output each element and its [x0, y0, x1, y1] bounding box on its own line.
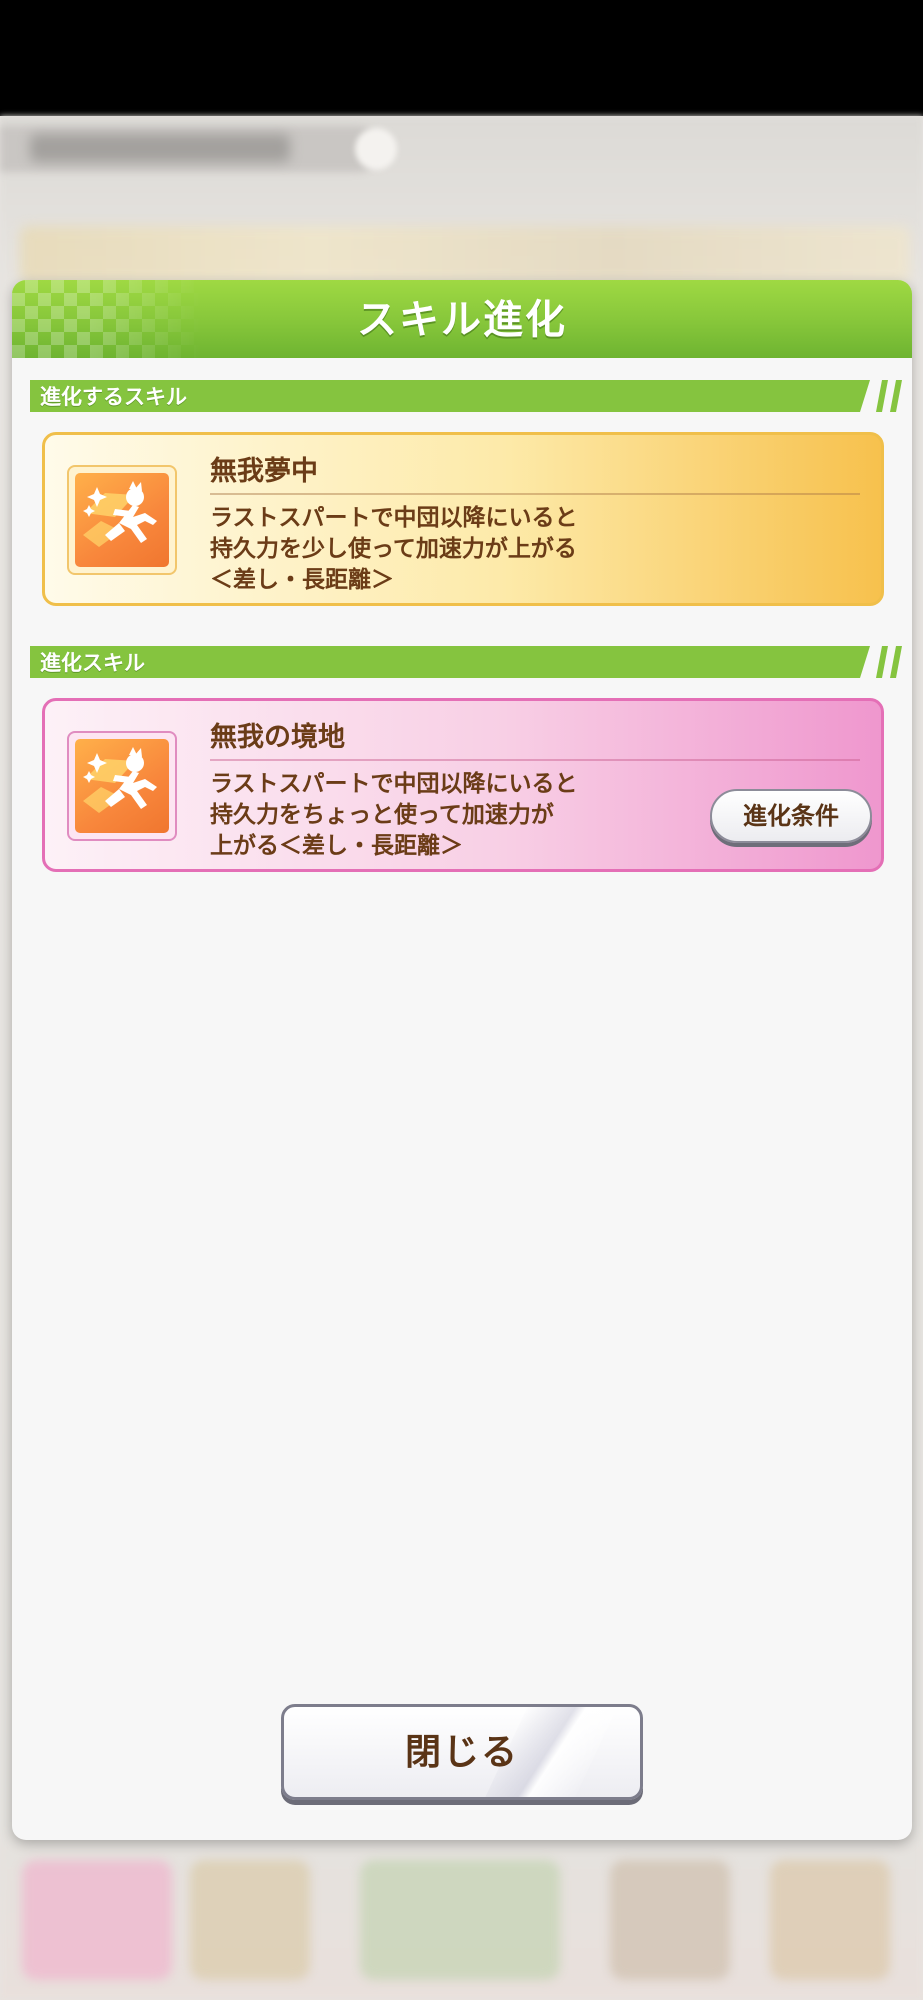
evolution-conditions-button[interactable]: 進化条件 — [710, 789, 872, 843]
skill-description: ラストスパートで中団以降にいると 持久力を少し使って加速力が上がる ＜差し・長距… — [210, 503, 670, 596]
section-label: 進化スキル — [40, 651, 145, 675]
skill-evolution-dialog: スキル進化 進化するスキル 無我夢中 ラストスパートで中団以降にいると 持久力を… — [12, 280, 912, 1840]
skill-description-line: 上がる＜差し・長距離＞ — [210, 833, 463, 859]
skill-description-line: ラストスパートで中団以降にいると — [210, 771, 578, 797]
close-button[interactable]: 閉じる — [281, 1704, 643, 1800]
background-bottom-menu — [0, 1840, 923, 2000]
close-button-label: 閉じる — [404, 1732, 519, 1773]
dialog-header: スキル進化 — [12, 280, 912, 358]
skill-icon-frame — [67, 731, 177, 841]
skill-card-evolved[interactable]: 無我の境地 ラストスパートで中団以降にいると 持久力をちょっと使って加速力が 上… — [42, 698, 884, 872]
skill-description-line: ラストスパートで中団以降にいると — [210, 505, 578, 531]
section-label: 進化するスキル — [40, 385, 187, 409]
skill-description-line: 持久力を少し使って加速力が上がる — [210, 536, 577, 562]
background-info-icon — [355, 128, 397, 170]
background-tile — [190, 1860, 310, 1980]
dialog-title: スキル進化 — [357, 297, 567, 343]
background-banner — [20, 226, 910, 282]
skill-name: 無我夢中 — [210, 456, 318, 487]
skill-divider — [210, 759, 860, 761]
background-tile — [770, 1860, 890, 1980]
runner-speed-icon — [75, 473, 169, 567]
runner-speed-icon — [75, 739, 169, 833]
skill-card-evolving[interactable]: 無我夢中 ラストスパートで中団以降にいると 持久力を少し使って加速力が上がる ＜… — [42, 432, 884, 606]
background-tile — [360, 1860, 560, 1980]
skill-icon-frame — [67, 465, 177, 575]
skill-description-line: ＜差し・長距離＞ — [210, 567, 394, 593]
skill-name: 無我の境地 — [210, 722, 345, 753]
background-top-bar-text — [30, 134, 290, 162]
section-header-evolved-skill: 進化スキル — [30, 646, 902, 678]
background-tile — [22, 1860, 172, 1980]
section-header-evolving-skill: 進化するスキル — [30, 380, 902, 412]
skill-description: ラストスパートで中団以降にいると 持久力をちょっと使って加速力が 上がる＜差し・… — [210, 769, 670, 862]
background-tile — [610, 1860, 730, 1980]
skill-divider — [210, 493, 860, 495]
status-bar — [0, 0, 923, 116]
skill-description-line: 持久力をちょっと使って加速力が — [210, 802, 554, 828]
